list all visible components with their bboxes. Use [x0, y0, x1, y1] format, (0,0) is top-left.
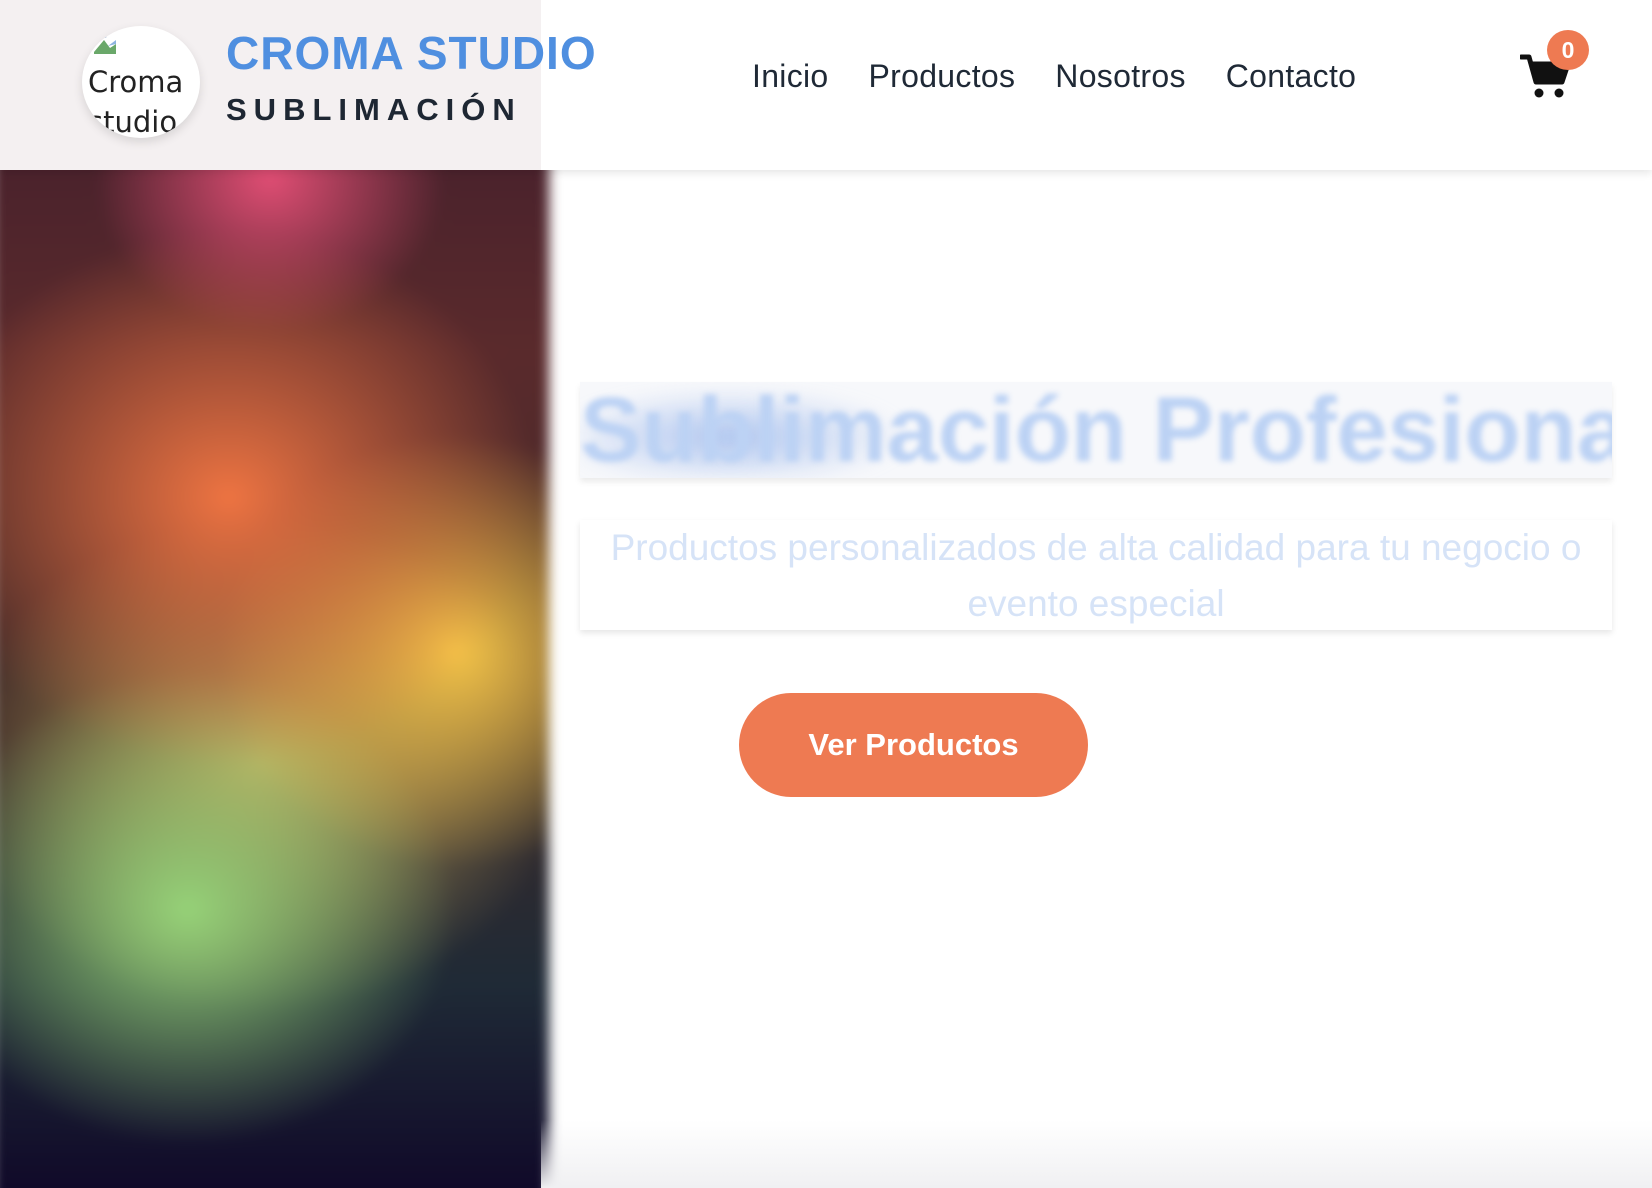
hero-subtitle: Productos personalizados de alta calidad…: [610, 527, 1582, 624]
view-products-button[interactable]: Ver Productos: [739, 693, 1088, 797]
nav-item-productos[interactable]: Productos: [869, 58, 1016, 95]
nav-item-nosotros[interactable]: Nosotros: [1055, 58, 1185, 95]
page: Croma studio CROMA STUDIO SUBLIMACIÓN In…: [0, 0, 1652, 1188]
hero-subtitle-box: Productos personalizados de alta calidad…: [580, 520, 1612, 630]
nav-item-inicio[interactable]: Inicio: [752, 58, 829, 95]
brand-title: CROMA STUDIO: [226, 27, 597, 79]
broken-image-icon: [94, 34, 116, 54]
side-gradient-art: [0, 0, 550, 1188]
cart-count-badge: 0: [1547, 30, 1589, 70]
brand-subtitle: SUBLIMACIÓN: [226, 92, 522, 127]
nav-item-contacto[interactable]: Contacto: [1226, 58, 1356, 95]
main-nav: Inicio Productos Nosotros Contacto: [752, 58, 1356, 95]
hero-title: Sublimación Profesional: [580, 382, 1612, 478]
logo-link[interactable]: Croma studio: [82, 26, 200, 138]
hero-title-box: Sublimación Profesional: [580, 382, 1612, 478]
logo-alt-text: Croma studio: [88, 65, 184, 138]
site-header: Croma studio CROMA STUDIO SUBLIMACIÓN In…: [0, 0, 1652, 170]
bottom-fade: [541, 1120, 1652, 1188]
